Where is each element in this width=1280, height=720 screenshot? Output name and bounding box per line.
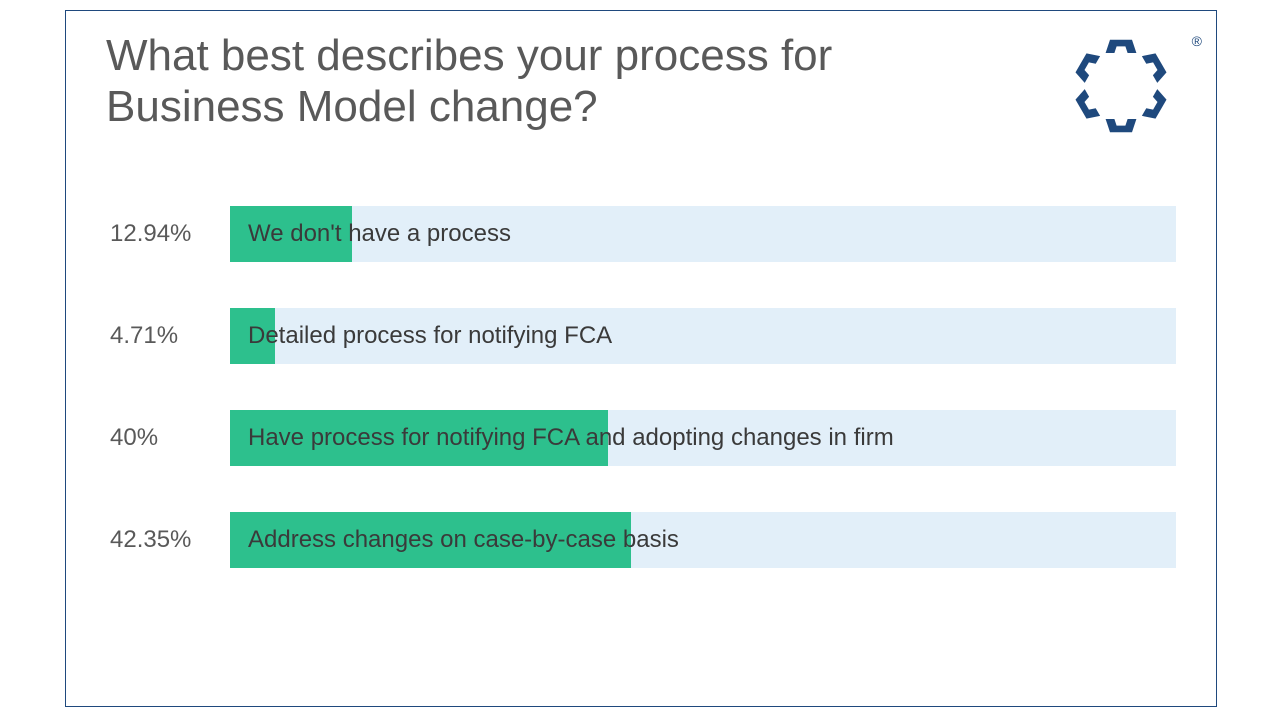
value-label: 12.94% (106, 220, 230, 248)
category-label: Have process for notifying FCA and adopt… (248, 424, 894, 452)
category-label: Detailed process for notifying FCA (248, 322, 612, 350)
page-title: What best describes your process for Bus… (106, 31, 966, 132)
bar-track: We don't have a process (230, 206, 1176, 262)
slide-frame: What best describes your process for Bus… (65, 10, 1217, 707)
bar-track: Address changes on case-by-case basis (230, 512, 1176, 568)
brand-logo (1066, 31, 1186, 151)
value-label: 42.35% (106, 526, 230, 554)
chart-row: 42.35% Address changes on case-by-case ba… (106, 512, 1176, 568)
chart-row: 40% Have process for notifying FCA and ad… (106, 410, 1176, 466)
registered-mark: ® (1192, 33, 1202, 49)
value-label: 4.71% (106, 322, 230, 350)
bar-chart: 12.94% We don't have a process 4.71% Detail… (106, 206, 1176, 614)
category-label: We don't have a process (248, 220, 511, 248)
bar-track: Detailed process for notifying FCA (230, 308, 1176, 364)
bar-track: Have process for notifying FCA and adopt… (230, 410, 1176, 466)
value-label: 40% (106, 424, 230, 452)
chart-row: 12.94% We don't have a process (106, 206, 1176, 262)
category-label: Address changes on case-by-case basis (248, 526, 679, 554)
chart-row: 4.71% Detailed process for notifying FCA (106, 308, 1176, 364)
